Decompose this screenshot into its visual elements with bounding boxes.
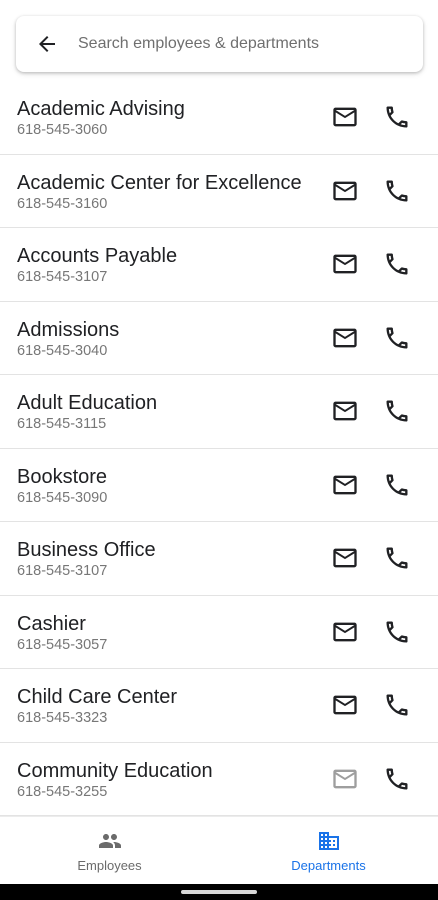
call-button[interactable] — [377, 465, 417, 505]
department-info: Academic Advising 618-545-3060 — [17, 97, 311, 139]
call-button[interactable] — [377, 171, 417, 211]
mail-icon — [333, 107, 357, 127]
nav-departments-label: Departments — [291, 857, 366, 873]
list-item[interactable]: Academic Advising 618-545-3060 — [0, 81, 438, 155]
phone-icon — [386, 180, 408, 202]
phone-icon — [386, 547, 408, 569]
department-info: Admissions 618-545-3040 — [17, 318, 311, 360]
department-name: Community Education — [17, 759, 213, 782]
call-button[interactable] — [377, 538, 417, 578]
home-indicator[interactable] — [181, 890, 257, 894]
mail-icon — [333, 475, 357, 495]
back-button[interactable] — [16, 16, 78, 72]
people-icon — [98, 833, 121, 848]
phone-icon — [386, 621, 408, 643]
department-info: Accounts Payable 618-545-3107 — [17, 244, 311, 286]
mail-icon — [333, 548, 357, 568]
department-info: Cashier 618-545-3057 — [17, 612, 311, 654]
call-button[interactable] — [377, 244, 417, 284]
bottom-navigation: Employees Departments — [0, 816, 438, 884]
email-button[interactable] — [325, 171, 365, 211]
call-button[interactable] — [377, 612, 417, 652]
department-info: Child Care Center 618-545-3323 — [17, 685, 311, 727]
nav-employees-label: Employees — [77, 857, 142, 873]
email-button[interactable] — [325, 318, 365, 358]
phone-icon — [386, 253, 408, 275]
department-info: Business Office 618-545-3107 — [17, 538, 311, 580]
department-phone: 618-545-3323 — [17, 710, 108, 726]
department-name: Admissions — [17, 318, 120, 341]
department-list: Academic Advising 618-545-3060 Academic Ce… — [0, 81, 438, 816]
list-item[interactable]: Accounts Payable 618-545-3107 — [0, 228, 438, 302]
department-phone: 618-545-3040 — [17, 342, 108, 359]
nav-employees[interactable]: Employees — [0, 817, 219, 884]
department-info: Adult Education 618-545-3115 — [17, 391, 311, 433]
call-button[interactable] — [377, 318, 417, 358]
department-phone: 618-545-3107 — [17, 269, 108, 285]
email-button[interactable] — [325, 612, 365, 652]
call-button[interactable] — [377, 685, 417, 725]
mail-icon — [333, 254, 357, 274]
department-phone: 618-545-3057 — [17, 636, 108, 653]
mail-icon — [333, 328, 357, 348]
list-item[interactable]: Cashier 618-545-3057 — [0, 596, 438, 669]
email-button — [325, 759, 365, 799]
list-item[interactable]: Child Care Center 618-545-3323 — [0, 669, 438, 743]
department-name: Child Care Center — [17, 686, 178, 708]
mail-icon — [333, 181, 357, 201]
list-item[interactable]: Academic Center for Excellence 618-545-31… — [0, 155, 438, 228]
phone-icon — [386, 106, 408, 128]
department-info: Bookstore 618-545-3090 — [17, 465, 311, 507]
department-info: Community Education 618-545-3255 — [17, 759, 311, 801]
call-button[interactable] — [377, 391, 417, 431]
mail-icon — [333, 401, 357, 421]
department-info: Academic Center for Excellence 618-545-31… — [17, 171, 311, 213]
nav-departments[interactable]: Departments — [219, 817, 438, 884]
search-input[interactable] — [78, 16, 423, 72]
email-button[interactable] — [325, 391, 365, 431]
list-item[interactable]: Business Office 618-545-3107 — [0, 522, 438, 596]
mail-icon — [333, 695, 357, 715]
email-button[interactable] — [325, 465, 365, 505]
call-button[interactable] — [377, 97, 417, 137]
email-button[interactable] — [325, 244, 365, 284]
email-button[interactable] — [325, 538, 365, 578]
department-phone: 618-545-3107 — [17, 563, 108, 579]
search-bar — [16, 16, 423, 72]
call-button[interactable] — [377, 759, 417, 799]
building-icon — [318, 831, 339, 850]
department-name: Adult Education — [17, 392, 158, 414]
department-name: Cashier — [17, 612, 86, 635]
department-name: Academic Center for Excellence — [17, 171, 302, 194]
department-name: Business Office — [17, 539, 156, 561]
list-item[interactable]: Admissions 618-545-3040 — [0, 302, 438, 375]
mail-icon — [333, 622, 357, 642]
mail-icon — [333, 769, 357, 789]
department-phone: 618-545-3090 — [17, 489, 108, 506]
department-name: Academic Advising — [17, 98, 185, 120]
list-item[interactable]: Bookstore 618-545-3090 — [0, 449, 438, 522]
department-name: Accounts Payable — [17, 245, 178, 267]
list-item[interactable]: Community Education 618-545-3255 — [0, 743, 438, 816]
department-phone: 618-545-3255 — [17, 783, 108, 800]
phone-icon — [386, 400, 408, 422]
department-name: Bookstore — [17, 465, 108, 488]
list-item[interactable]: Adult Education 618-545-3115 — [0, 375, 438, 449]
phone-icon — [386, 768, 408, 790]
email-button[interactable] — [325, 685, 365, 725]
phone-icon — [386, 694, 408, 716]
phone-icon — [386, 327, 408, 349]
department-phone: 618-545-3060 — [17, 122, 108, 138]
email-button[interactable] — [325, 97, 365, 137]
phone-icon — [386, 474, 408, 496]
department-phone: 618-545-3115 — [17, 416, 107, 432]
arrow-back-icon — [39, 36, 55, 52]
department-phone: 618-545-3160 — [17, 195, 108, 212]
